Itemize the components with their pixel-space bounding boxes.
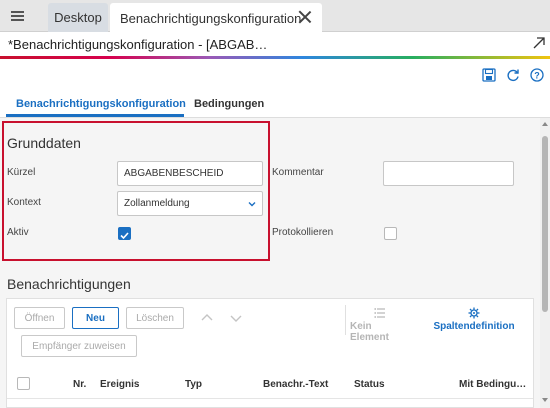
column-nr[interactable]: Nr.: [73, 379, 86, 390]
scroll-down-arrow-icon[interactable]: [542, 398, 548, 402]
column-typ[interactable]: Typ: [185, 379, 202, 390]
oeffnen-button[interactable]: Öffnen: [14, 307, 65, 329]
subtab-bedingungen[interactable]: Bedingungen: [194, 98, 264, 110]
refresh-icon[interactable]: [504, 66, 522, 84]
move-down-icon[interactable]: [229, 311, 243, 325]
empfaenger-zuweisen-button[interactable]: Empfänger zuweisen: [21, 335, 137, 357]
select-all-checkbox[interactable]: [17, 377, 30, 390]
benachrichtigungen-title: Benachrichtigungen: [7, 276, 131, 292]
gear-icon: [468, 307, 480, 319]
svg-text:?: ?: [534, 70, 540, 80]
tab-benachrichtigungskonfiguration[interactable]: Benachrichtigungskonfiguration: [110, 3, 322, 33]
highlight-frame: [2, 121, 270, 261]
subtab-benachrichtigungskonfiguration[interactable]: Benachrichtigungskonfiguration: [16, 98, 186, 110]
benachrichtigungen-panel: Öffnen Neu Löschen Kein Element Spaltend…: [6, 298, 534, 408]
tab-desktop-label: Desktop: [54, 10, 102, 25]
protokollieren-label: Protokollieren: [272, 227, 334, 238]
column-benachr-text[interactable]: Benachr.-Text: [263, 379, 328, 390]
kommentar-label: Kommentar: [272, 167, 324, 178]
list-icon: [374, 308, 385, 318]
active-subtab-indicator: [6, 114, 184, 117]
kein-element-button[interactable]: Kein Element: [350, 307, 410, 343]
hamburger-menu-icon[interactable]: [0, 0, 34, 32]
save-icon[interactable]: [480, 66, 498, 84]
tab-active-label: Benachrichtigungskonfiguration: [120, 10, 302, 26]
app-topbar: Desktop Benachrichtigungskonfiguration: [0, 0, 550, 33]
column-mit-bedingungen[interactable]: Mit Bedingu…: [459, 379, 526, 390]
spaltendefinition-button[interactable]: Spaltendefinition: [433, 307, 515, 332]
subtab-bar: Benachrichtigungskonfiguration Bedingung…: [0, 92, 550, 118]
help-icon[interactable]: ?: [528, 66, 546, 84]
protokollieren-checkbox[interactable]: [384, 227, 397, 240]
vertical-scrollbar[interactable]: [540, 118, 550, 408]
expand-icon[interactable]: [532, 36, 546, 50]
toolbar-divider: [345, 305, 346, 335]
table-header: Nr. Ereignis Typ Benachr.-Text Status Mi…: [7, 369, 533, 399]
document-title: *Benachrichtigungskonfiguration - [ABGAB…: [8, 37, 268, 52]
tab-desktop[interactable]: Desktop: [48, 3, 108, 32]
brand-color-strip: [0, 56, 550, 59]
document-toolbar: ?: [480, 66, 546, 84]
document-header: *Benachrichtigungskonfiguration - [ABGAB…: [0, 32, 550, 58]
spaltendefinition-label: Spaltendefinition: [433, 321, 515, 332]
column-status[interactable]: Status: [354, 379, 385, 390]
kommentar-input[interactable]: [383, 161, 514, 186]
neu-button[interactable]: Neu: [72, 307, 119, 329]
scroll-thumb[interactable]: [542, 136, 548, 312]
loeschen-button[interactable]: Löschen: [126, 307, 184, 329]
move-up-icon[interactable]: [200, 311, 214, 325]
scroll-up-arrow-icon[interactable]: [542, 122, 548, 126]
kein-element-label: Kein Element: [350, 321, 389, 343]
column-ereignis[interactable]: Ereignis: [100, 379, 139, 390]
close-tab-icon[interactable]: [298, 10, 312, 24]
